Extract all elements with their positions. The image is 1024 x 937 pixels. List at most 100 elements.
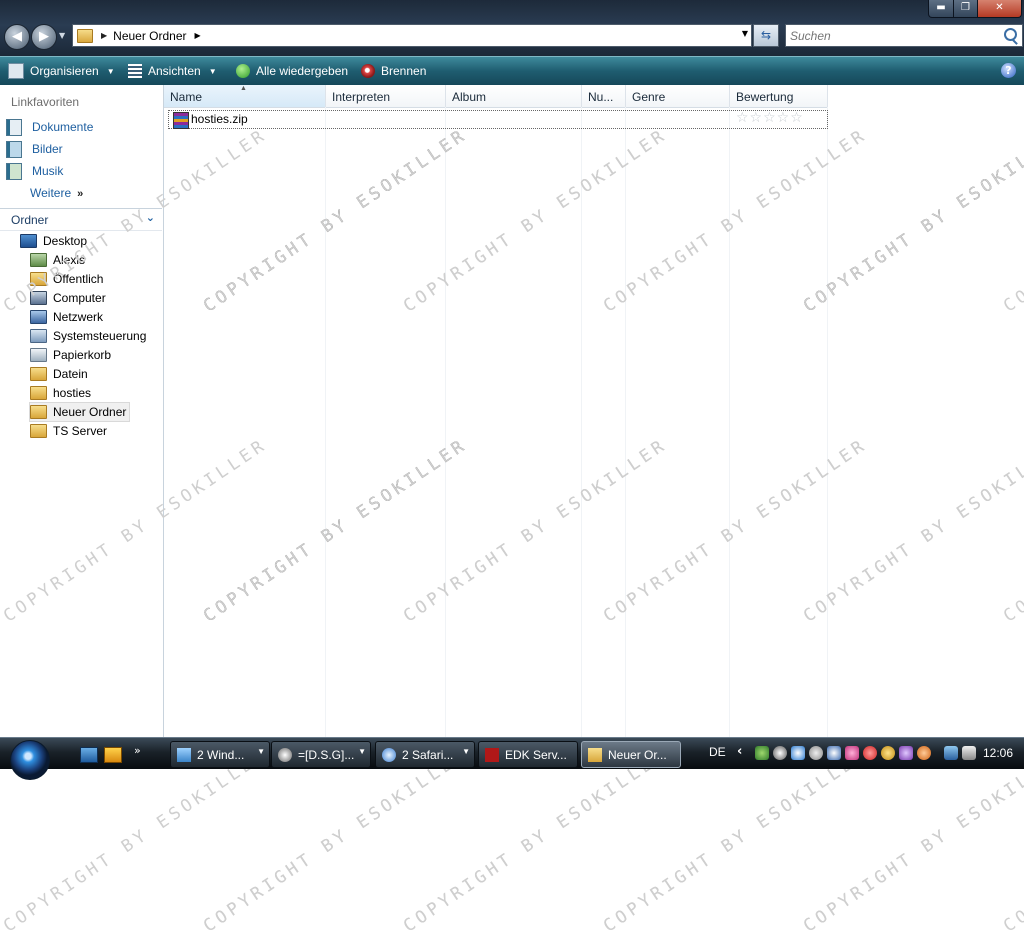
music-icon <box>6 162 22 180</box>
views-button[interactable]: Ansichten ▼ <box>128 62 217 80</box>
taskbar-button-steam[interactable]: =[D.S.G]... ▼ <box>271 741 371 768</box>
chevron-down-icon: ▼ <box>358 747 366 756</box>
address-field[interactable]: ▶ Neuer Ordner ▶ ▼ <box>72 24 752 47</box>
column-header-rating[interactable]: Bewertung <box>730 85 828 107</box>
more-favorites-link[interactable]: Weitere » <box>30 186 83 200</box>
favorite-link-music[interactable]: Musik <box>6 162 63 180</box>
tray-app-icon[interactable] <box>863 746 877 760</box>
taskbar-button-filezilla[interactable]: EDK Serv... <box>478 741 578 768</box>
tree-item-label: hosties <box>53 386 92 400</box>
user-folder-icon <box>30 253 47 267</box>
tree-item-desktop[interactable]: Desktop <box>20 232 87 250</box>
show-desktop-icon[interactable] <box>80 747 98 763</box>
tree-item-netzwerk[interactable]: Netzwerk <box>30 308 103 326</box>
search-box[interactable] <box>785 24 1023 47</box>
maximize-button[interactable]: ❐ <box>953 0 978 18</box>
tree-item-oeffentlich[interactable]: Öffentlich <box>30 270 103 288</box>
tray-app-icon[interactable] <box>845 746 859 760</box>
tray-expand-icon[interactable]: ‹ <box>737 744 742 759</box>
folder-icon <box>77 28 93 43</box>
chevron-down-icon[interactable]: ⌄ <box>146 211 155 224</box>
taskbar-button-windows-explorer[interactable]: 2 Wind... ▼ <box>170 741 270 768</box>
refresh-button[interactable]: ⇆ <box>753 24 779 47</box>
column-divider <box>581 107 582 737</box>
rating-stars[interactable]: ☆☆☆☆☆ <box>736 110 804 126</box>
tray-app-icon[interactable] <box>755 746 769 760</box>
search-icon[interactable] <box>1004 28 1017 41</box>
breadcrumb-current-folder[interactable]: Neuer Ordner <box>113 29 186 43</box>
documents-icon <box>6 118 22 136</box>
double-chevron-icon: » <box>77 188 84 200</box>
tray-app-icon[interactable] <box>827 746 841 760</box>
tree-item-alexis[interactable]: Alexis <box>30 251 85 269</box>
tray-app-icon[interactable] <box>809 746 823 760</box>
watermark-text: COPYRIGHT BY ESOKILLER <box>600 744 871 937</box>
minimize-button[interactable]: ▬ <box>928 0 954 18</box>
play-all-button[interactable]: Alle wiedergeben <box>236 62 348 80</box>
column-header-number[interactable]: Nu... <box>582 85 626 107</box>
address-dropdown-icon[interactable]: ▼ <box>742 29 748 38</box>
favorite-link-documents[interactable]: Dokumente <box>6 118 93 136</box>
tree-item-label: Neuer Ordner <box>53 405 127 419</box>
tree-item-hosties[interactable]: hosties <box>30 384 91 402</box>
watermark-text: COPYRIGHT BY ESOKILLER <box>400 744 671 937</box>
column-header-album[interactable]: Album <box>446 85 582 107</box>
tree-item-ts-server[interactable]: TS Server <box>30 422 107 440</box>
help-button[interactable]: ? <box>1001 63 1016 78</box>
file-list-view[interactable]: ▲ Name Interpreten Album Nu... Genre Bew… <box>164 85 1024 737</box>
safari-icon <box>382 747 396 762</box>
tree-item-label: Desktop <box>43 234 88 248</box>
chevron-down-icon: ▼ <box>208 66 217 76</box>
favorite-link-pictures[interactable]: Bilder <box>6 140 63 158</box>
file-row[interactable]: hosties.zip ☆☆☆☆☆ <box>168 110 828 129</box>
watermark-text: COPYRIGHT BY ESOKILLER <box>1000 745 1024 937</box>
close-button[interactable]: ✕ <box>977 0 1022 18</box>
tray-app-icon[interactable] <box>899 746 913 760</box>
forward-button[interactable]: ▶ <box>31 24 57 50</box>
watermark-text: COPYRIGHT BY ESOKILLER <box>200 744 471 937</box>
control-panel-icon <box>30 329 47 343</box>
steam-tray-icon[interactable] <box>773 746 787 760</box>
burn-button[interactable]: Brennen <box>361 62 426 80</box>
tree-item-label: Systemsteuerung <box>53 329 147 343</box>
media-player-icon[interactable] <box>104 747 122 763</box>
volume-icon[interactable] <box>962 746 976 760</box>
tree-item-label: Öffentlich <box>53 272 104 286</box>
tree-item-datein[interactable]: Datein <box>30 365 88 383</box>
clock[interactable]: 12:06 <box>983 746 1013 760</box>
folder-icon <box>30 424 47 438</box>
favorite-label: Musik <box>32 164 64 178</box>
folders-section-header[interactable]: Ordner ⌄ <box>0 208 162 231</box>
search-input[interactable] <box>786 25 999 46</box>
taskbar: » 2 Wind... ▼ =[D.S.G]... ▼ 2 Safari... … <box>0 737 1024 780</box>
tree-item-computer[interactable]: Computer <box>30 289 106 307</box>
windows-explorer-icon <box>177 747 191 762</box>
tree-item-papierkorb[interactable]: Papierkorb <box>30 346 111 364</box>
tray-app-icon[interactable] <box>881 746 895 760</box>
tree-item-label: Alexis <box>53 253 86 267</box>
quick-launch-more-button[interactable]: » <box>134 744 141 757</box>
column-header-artists[interactable]: Interpreten <box>326 85 446 107</box>
network-tray-icon[interactable] <box>944 746 958 760</box>
taskbar-button-safari[interactable]: 2 Safari... ▼ <box>375 741 475 768</box>
tree-item-label: TS Server <box>53 424 108 438</box>
favorite-label: Dokumente <box>32 120 94 134</box>
taskbar-button-neuer-ordner[interactable]: Neuer Or... <box>581 741 681 768</box>
column-header-genre[interactable]: Genre <box>626 85 730 107</box>
messenger-tray-icon[interactable] <box>791 746 805 760</box>
column-divider <box>827 107 828 737</box>
start-button[interactable] <box>10 740 50 780</box>
recent-pages-dropdown[interactable]: ▼ <box>59 31 65 40</box>
folders-header-label: Ordner <box>11 213 49 227</box>
watermark-text: COPYRIGHT BY ESOKILLER <box>200 744 471 937</box>
column-header-name[interactable]: ▲ Name <box>164 85 326 107</box>
tray-app-icon[interactable] <box>917 746 931 760</box>
organize-button[interactable]: Organisieren ▼ <box>8 62 115 80</box>
tree-item-systemsteuerung[interactable]: Systemsteuerung <box>30 327 146 345</box>
language-indicator[interactable]: DE <box>709 745 726 759</box>
back-button[interactable]: ◀ <box>4 24 30 50</box>
organize-label: Organisieren <box>30 64 99 78</box>
breadcrumb-arrow-icon[interactable]: ▶ <box>101 31 107 40</box>
breadcrumb-arrow-icon[interactable]: ▶ <box>195 31 201 40</box>
tree-item-neuer-ordner[interactable]: Neuer Ordner <box>29 402 131 422</box>
